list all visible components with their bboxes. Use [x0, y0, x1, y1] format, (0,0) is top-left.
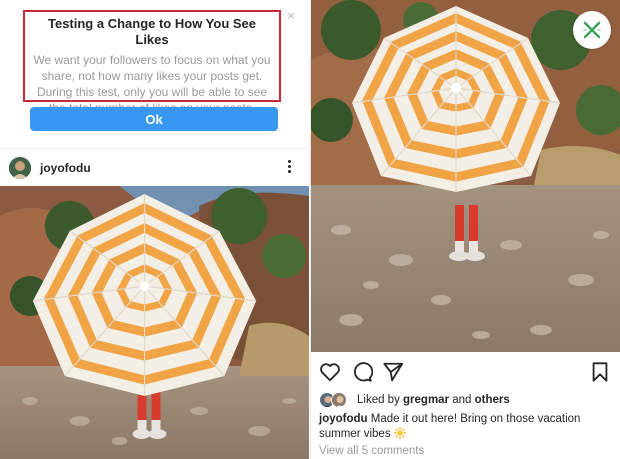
post-photo — [0, 186, 309, 459]
liked-by-text: Liked by gregmar and others — [357, 394, 510, 406]
avatar[interactable] — [9, 157, 31, 179]
left-screenshot-panel: Testing a Change to How You See Likes We… — [0, 0, 309, 459]
notice-body-line: During this test, only you will be able … — [36, 85, 268, 99]
liked-by-user-link[interactable]: gregmar — [403, 394, 449, 406]
comment-bubble-icon[interactable] — [351, 361, 373, 383]
more-vertical-icon[interactable] — [280, 158, 298, 178]
liked-by-middle: and — [449, 394, 475, 406]
avatar[interactable] — [331, 392, 347, 408]
liked-by-prefix: Liked by — [357, 394, 404, 406]
post-username[interactable]: joyofodu — [40, 161, 91, 175]
notice-highlight-box: Testing a Change to How You See Likes We… — [23, 10, 281, 115]
heart-icon[interactable] — [319, 361, 341, 383]
notice-body-line: share, not how many likes your posts get… — [41, 69, 263, 83]
ok-button[interactable]: Ok — [30, 107, 278, 131]
post-actions-bar — [311, 354, 620, 388]
bookmark-icon[interactable] — [589, 361, 611, 383]
paper-plane-icon[interactable] — [382, 361, 404, 383]
view-comments-link[interactable]: View all 5 comments — [319, 445, 424, 457]
notice-title: Testing a Change to How You See Likes — [47, 16, 257, 47]
sun-emoji-icon — [393, 426, 406, 440]
close-x-icon[interactable] — [573, 11, 611, 49]
post-caption: joyofodu Made it out here! Bring on thos… — [319, 412, 615, 442]
caption-username[interactable]: joyofodu — [319, 413, 368, 425]
post-header: joyofodu — [0, 148, 309, 186]
post-photo — [311, 0, 620, 352]
notice-body-line: We want your followers to focus on what … — [33, 53, 271, 67]
likes-test-notice: Testing a Change to How You See Likes We… — [0, 0, 309, 146]
liked-by-others-link[interactable]: others — [475, 394, 510, 406]
right-screenshot-panel: Liked by gregmar and others joyofodu Mad… — [310, 0, 620, 459]
close-icon[interactable]: × — [284, 9, 298, 23]
liked-by-row: Liked by gregmar and others — [319, 391, 619, 411]
liked-by-avatars — [319, 392, 353, 408]
